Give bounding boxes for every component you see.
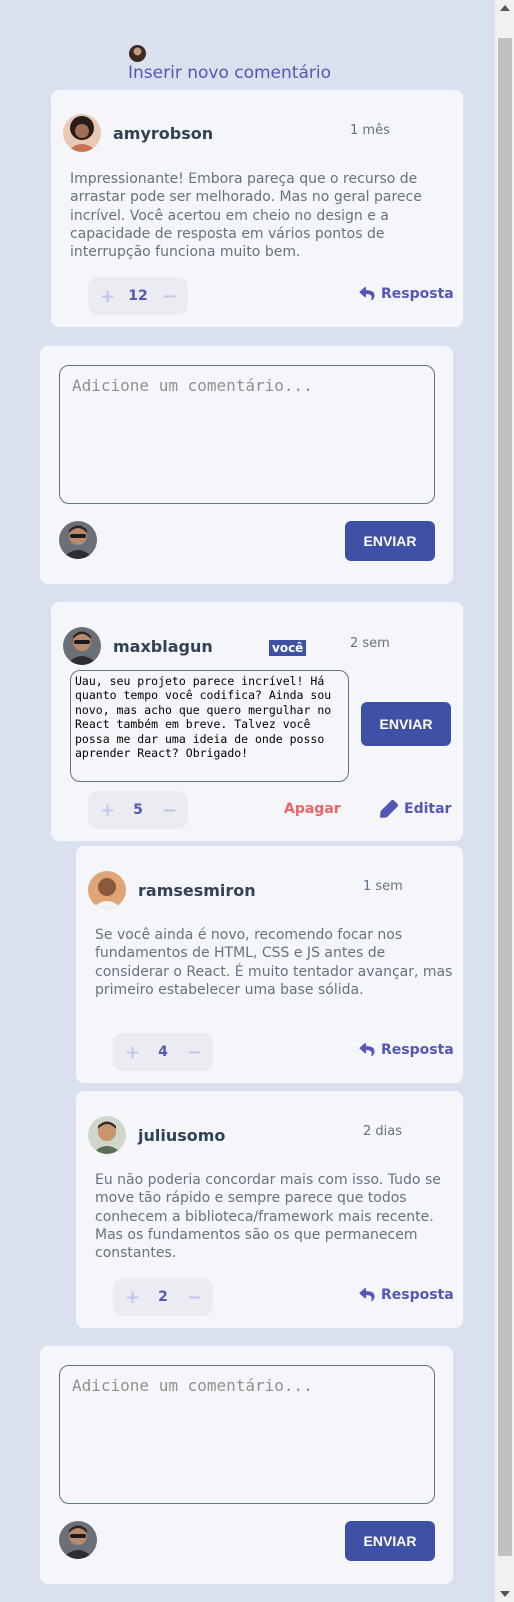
add-comment-form: ENVIAR — [40, 346, 453, 584]
you-badge: você — [269, 640, 307, 656]
comment-input[interactable] — [59, 1365, 435, 1504]
avatar — [63, 114, 101, 152]
reply-icon — [359, 287, 375, 301]
reply-label: Resposta — [381, 286, 454, 302]
current-user-avatar — [59, 1521, 97, 1559]
vote-control: + 12 − — [88, 277, 188, 315]
delete-button[interactable]: Apagar — [284, 801, 341, 817]
reply-label: Resposta — [381, 1042, 454, 1058]
send-button[interactable]: ENVIAR — [345, 521, 435, 561]
avatar — [88, 871, 126, 909]
update-send-button[interactable]: ENVIAR — [361, 702, 451, 746]
downvote-button[interactable]: − — [187, 1042, 202, 1063]
comment-username: maxblagun — [113, 637, 213, 656]
upvote-button[interactable]: + — [125, 1287, 140, 1308]
vote-control: + 5 − — [88, 791, 188, 829]
send-button[interactable]: ENVIAR — [345, 1521, 435, 1561]
add-comment-form: ENVIAR — [40, 1346, 453, 1584]
downvote-button[interactable]: − — [162, 800, 177, 821]
comment-content: Impressionante! Embora pareça que o recu… — [70, 171, 422, 261]
reply-date: 2 dias — [363, 1124, 403, 1139]
avatar — [88, 1116, 126, 1154]
edit-button[interactable]: Editar — [380, 800, 451, 818]
reply-card: ramsesmiron 1 sem Se você ainda é novo, … — [76, 846, 463, 1083]
reply-content: Eu não poderia concordar mais com isso. … — [95, 1172, 441, 1262]
scroll-up-icon[interactable] — [500, 5, 510, 11]
upvote-button[interactable]: + — [100, 800, 115, 821]
upvote-button[interactable]: + — [125, 1042, 140, 1063]
reply-date: 1 sem — [363, 879, 403, 894]
reply-label: Resposta — [381, 1287, 454, 1303]
insert-comment-link[interactable]: Inserir novo comentário — [128, 63, 331, 83]
vote-count: 5 — [133, 802, 143, 818]
downvote-button[interactable]: − — [187, 1287, 202, 1308]
comment-card: amyrobson 1 mês Impressionante! Embora p… — [51, 90, 463, 327]
downvote-button[interactable]: − — [162, 286, 177, 307]
reply-button[interactable]: Resposta — [359, 1042, 454, 1058]
edit-label: Editar — [404, 801, 452, 817]
reply-icon — [359, 1288, 375, 1302]
current-user-avatar — [129, 45, 146, 62]
vote-count: 2 — [158, 1289, 168, 1305]
vote-count: 12 — [128, 288, 148, 304]
avatar — [63, 627, 101, 665]
scroll-down-icon[interactable] — [500, 1591, 510, 1597]
vote-control: + 4 − — [113, 1033, 213, 1071]
vote-control: + 2 − — [113, 1278, 213, 1316]
comment-card-editing: maxblagun você 2 sem Uau, seu projeto pa… — [51, 602, 463, 841]
comment-date: 1 mês — [350, 123, 390, 138]
reply-content: Se você ainda é novo, recomendo focar no… — [95, 927, 453, 998]
comment-date: 2 sem — [350, 636, 390, 651]
current-user-avatar — [59, 521, 97, 559]
upvote-button[interactable]: + — [100, 286, 115, 307]
reply-icon — [359, 1043, 375, 1057]
edit-comment-textarea[interactable]: Uau, seu projeto parece incrível! Há qua… — [70, 670, 349, 782]
reply-card: juliusomo 2 dias Eu não poderia concorda… — [76, 1091, 463, 1328]
scrollbar-thumb[interactable] — [498, 38, 512, 1556]
reply-button[interactable]: Resposta — [359, 286, 454, 302]
comment-input[interactable] — [59, 365, 435, 504]
comment-username: amyrobson — [113, 124, 214, 143]
vote-count: 4 — [158, 1044, 168, 1060]
page: Inserir novo comentário amyrobson 1 mês … — [0, 0, 494, 1602]
reply-username: ramsesmiron — [138, 881, 256, 900]
vertical-scrollbar[interactable] — [494, 0, 514, 1602]
reply-button[interactable]: Resposta — [359, 1287, 454, 1303]
pencil-icon — [380, 800, 398, 818]
reply-username: juliusomo — [138, 1126, 226, 1145]
